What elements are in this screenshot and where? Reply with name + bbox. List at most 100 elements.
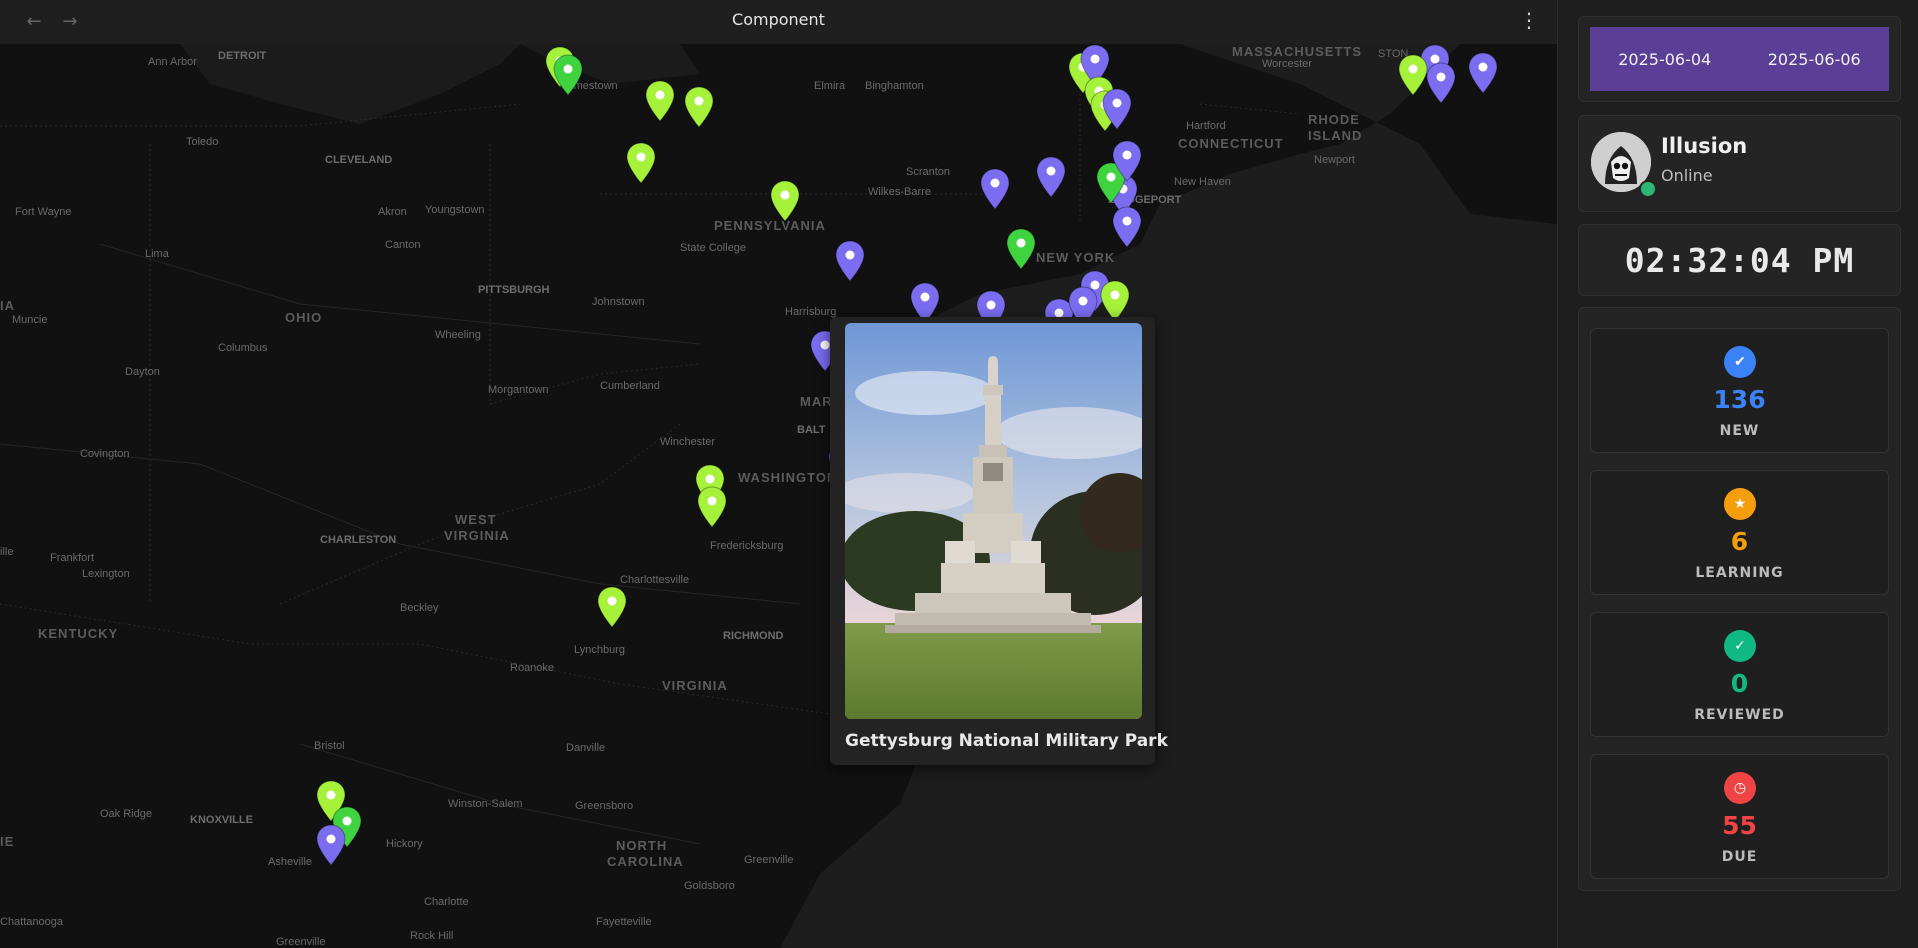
more-vertical-icon[interactable]: ⋮ [1519,8,1539,32]
map-label: Morgantown [488,384,549,396]
stat-due[interactable]: ◷ 55 DUE [1590,754,1889,879]
map-label: IA [0,298,15,313]
map-label: Chattanooga [0,916,63,928]
map-label: DETROIT [218,50,267,62]
map-label: Goldsboro [684,880,735,892]
stat-value: 6 [1730,527,1749,556]
end-date[interactable]: 2025-06-06 [1768,50,1861,69]
stat-label: LEARNING [1695,565,1784,581]
map-pin-icon[interactable] [1398,54,1428,96]
map-label: IE [0,834,15,849]
map-label: Fayetteville [596,916,652,928]
map-view: ← → Component ⋮ Ann Arbor DETROIT Toledo… [0,0,1558,948]
map-label: Greenville [276,936,326,948]
map-label: Beckley [400,602,439,614]
map-label: Dayton [125,366,160,378]
clock: 02:32:04 PM [1624,241,1855,280]
stat-learning[interactable]: ★ 6 LEARNING [1590,470,1889,595]
stat-label: DUE [1721,849,1758,865]
start-date[interactable]: 2025-06-04 [1618,50,1711,69]
stats-card: ✔ 136 NEW ★ 6 LEARNING ✓ 0 REVIEWED ◷ 55… [1578,307,1901,891]
map-label: WASHINGTON [738,470,838,485]
map-pin-icon[interactable] [1426,62,1456,104]
map-label: Winchester [660,436,716,448]
map-label: Winston-Salem [448,798,523,810]
map-pin-icon[interactable] [597,586,627,628]
user-name: Illusion [1661,134,1748,158]
map-label: Wheeling [435,329,481,341]
page-title: Component [732,10,825,29]
map-pin-icon[interactable] [1112,140,1142,182]
map-label: Worcester [1262,58,1312,70]
map-pin-icon[interactable] [1468,52,1498,94]
map-label: Johnstown [592,296,645,308]
map-label: Fort Wayne [15,206,72,218]
map-pin-icon[interactable] [553,54,583,96]
map-label: Newport [1314,154,1355,166]
map-pin-icon[interactable] [684,86,714,128]
map-label: Ann Arbor [148,56,197,68]
map-label: MASSACHUSETTS [1232,44,1363,59]
map-pin-icon[interactable] [770,180,800,222]
map-label: VIRGINIA [444,528,510,543]
sidebar: 2025-06-04 2025-06-06 Illusion Online 02… [1558,0,1918,948]
map-label: Scranton [906,166,951,178]
map-label: OHIO [285,310,323,325]
map-label: Muncie [12,314,48,326]
map-pin-icon[interactable] [1102,88,1132,130]
map-pin-icon[interactable] [835,240,865,282]
stat-new[interactable]: ✔ 136 NEW [1590,328,1889,453]
map-label: NEW YORK [1036,250,1116,265]
map-label: CONNECTICUT [1178,136,1284,151]
location-photo [845,323,1142,719]
map-label: Covington [80,448,130,460]
map-pin-icon[interactable] [626,142,656,184]
map-label: KENTUCKY [38,626,119,641]
map-label: VIRGINIA [662,678,728,693]
online-status-dot [1639,180,1657,198]
clock-icon: ◷ [1724,772,1756,804]
map-label: BALT [797,424,826,436]
map-label: Toledo [186,136,219,148]
map-label: Youngstown [425,204,485,216]
map-label: CHARLESTON [320,534,397,546]
map-pin-icon[interactable] [1100,280,1130,322]
location-title: Gettysburg National Military Park [845,731,1168,751]
user-status: Online [1661,166,1713,185]
map-label: Asheville [268,856,313,868]
date-range[interactable]: 2025-06-04 2025-06-06 [1590,27,1889,91]
map-label: Elmira [814,80,846,92]
profile-card: Illusion Online [1578,115,1901,212]
map-label: Hartford [1186,120,1226,132]
stat-label: REVIEWED [1694,707,1785,723]
map-pin-icon[interactable] [645,80,675,122]
map-label: PITTSBURGH [478,284,550,296]
map-label: Binghamton [865,80,924,92]
star-icon: ★ [1724,488,1756,520]
stat-reviewed[interactable]: ✓ 0 REVIEWED [1590,612,1889,737]
map-label: State College [680,242,747,254]
map-pin-icon[interactable] [316,824,346,866]
map-label: ille [0,546,14,558]
map-label: Charlottesville [620,574,690,586]
map-label: Oak Ridge [100,808,152,820]
map-canvas[interactable]: Ann Arbor DETROIT Toledo CLEVELAND Fort … [0,44,1557,948]
map-pin-icon[interactable] [980,168,1010,210]
map-pin-icon[interactable] [1036,156,1066,198]
map-pin-icon[interactable] [697,486,727,528]
map-label: New Haven [1174,176,1231,188]
location-popup[interactable]: Gettysburg National Military Park [830,317,1168,765]
map-pin-icon[interactable] [1006,228,1036,270]
map-label: Lexington [82,568,130,580]
map-label: Hickory [386,838,423,850]
map-label: WEST [455,512,497,527]
map-label: CLEVELAND [325,154,393,166]
check-circle-icon: ✔ [1724,346,1756,378]
map-label: Columbus [218,342,268,354]
map-pin-icon[interactable] [1112,206,1142,248]
stat-value: 0 [1730,669,1749,698]
map-label: Canton [385,239,421,251]
map-label: Fredericksburg [710,540,784,552]
map-label: RHODE [1308,112,1360,127]
map-label: NORTH [616,838,668,853]
